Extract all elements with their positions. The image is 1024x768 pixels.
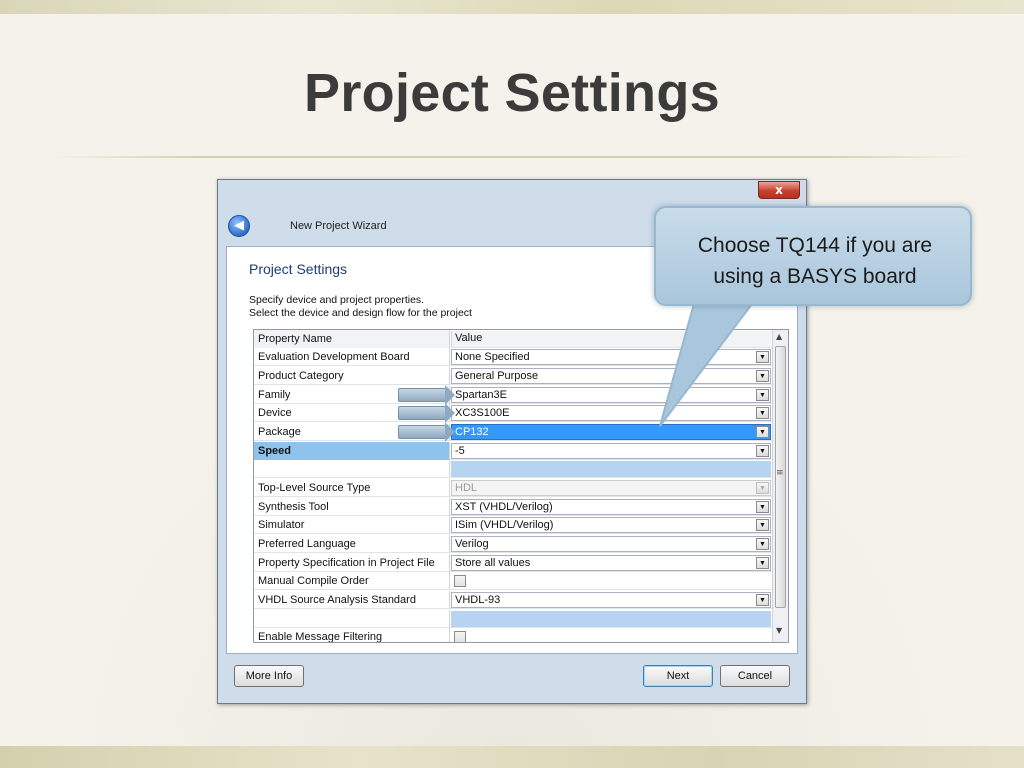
property-name bbox=[254, 610, 450, 628]
property-specification-select[interactable]: Store all values ▼ bbox=[451, 555, 771, 571]
table-row: Enable Message Filtering bbox=[254, 628, 772, 642]
select-value: XC3S100E bbox=[455, 407, 510, 419]
table-row: Top-Level Source Type HDL ▼ bbox=[254, 479, 772, 497]
select-value: CP132 bbox=[455, 426, 489, 438]
callout-line-2: using a BASYS board bbox=[713, 265, 917, 288]
select-value: ISim (VHDL/Verilog) bbox=[455, 519, 554, 531]
description-line-1: Specify device and project properties. bbox=[249, 294, 425, 306]
select-value: -5 bbox=[455, 445, 465, 457]
cancel-button[interactable]: Cancel bbox=[720, 665, 790, 687]
property-name: Speed bbox=[254, 442, 450, 460]
vhdl-standard-select[interactable]: VHDL-93 ▼ bbox=[451, 592, 771, 608]
table-row: Simulator ISim (VHDL/Verilog) ▼ bbox=[254, 516, 772, 534]
select-value: General Purpose bbox=[455, 370, 539, 382]
next-button[interactable]: Next bbox=[643, 665, 713, 687]
title-divider bbox=[52, 156, 974, 158]
package-pointer-arrow-icon bbox=[398, 422, 455, 442]
manual-compile-order-cell bbox=[451, 573, 771, 589]
property-name: Property Specification in Project File bbox=[254, 554, 450, 572]
back-arrow-icon[interactable]: ◀ bbox=[228, 215, 250, 237]
dropdown-arrow-icon[interactable]: ▼ bbox=[756, 538, 769, 550]
scroll-up-icon[interactable]: ▲ bbox=[776, 332, 782, 341]
synthesis-tool-select[interactable]: XST (VHDL/Verilog) ▼ bbox=[451, 499, 771, 515]
callout-line-1: Choose TQ144 if you are bbox=[697, 234, 933, 257]
table-row: Property Specification in Project File S… bbox=[254, 554, 772, 572]
table-row: Synthesis Tool XST (VHDL/Verilog) ▼ bbox=[254, 498, 772, 516]
table-row: Preferred Language Verilog ▼ bbox=[254, 535, 772, 553]
select-value: HDL bbox=[455, 482, 478, 494]
select-value: Verilog bbox=[455, 538, 489, 550]
select-value: XST (VHDL/Verilog) bbox=[455, 501, 553, 513]
preferred-language-select[interactable]: Verilog ▼ bbox=[451, 536, 771, 552]
speed-select[interactable]: -5 ▼ bbox=[451, 443, 771, 459]
property-name: Enable Message Filtering bbox=[254, 628, 450, 642]
property-name: Product Category bbox=[254, 367, 450, 385]
callout-bubble: Choose TQ144 if you are using a BASYS bo… bbox=[654, 206, 972, 306]
scrollbar-grip-icon: ≡ bbox=[776, 468, 784, 478]
column-header-property-name: Property Name bbox=[254, 330, 450, 348]
window-close-button[interactable]: x bbox=[758, 181, 800, 199]
dropdown-arrow-icon[interactable]: ▼ bbox=[756, 594, 769, 606]
table-row: Manual Compile Order bbox=[254, 572, 772, 590]
enable-message-filtering-checkbox[interactable] bbox=[454, 631, 466, 642]
device-pointer-arrow-icon bbox=[398, 403, 455, 423]
top-level-source-type-select: HDL ▼ bbox=[451, 480, 771, 496]
callout-text: Choose TQ144 if you are using a BASYS bo… bbox=[656, 230, 974, 292]
simulator-select[interactable]: ISim (VHDL/Verilog) ▼ bbox=[451, 517, 771, 533]
select-value: None Specified bbox=[455, 351, 530, 363]
property-name: VHDL Source Analysis Standard bbox=[254, 591, 450, 609]
property-name: Synthesis Tool bbox=[254, 498, 450, 516]
separator-cell bbox=[451, 611, 771, 627]
table-row: VHDL Source Analysis Standard VHDL-93 ▼ bbox=[254, 591, 772, 609]
dropdown-arrow-icon[interactable]: ▼ bbox=[756, 501, 769, 513]
separator-cell bbox=[451, 461, 771, 477]
manual-compile-order-checkbox[interactable] bbox=[454, 575, 466, 587]
dropdown-arrow-icon: ▼ bbox=[756, 482, 769, 494]
table-row-separator bbox=[254, 610, 772, 628]
bottom-decorative-band bbox=[0, 746, 1024, 768]
property-name: Simulator bbox=[254, 516, 450, 534]
description-line-2: Select the device and design flow for th… bbox=[249, 307, 472, 319]
select-value: VHDL-93 bbox=[455, 594, 501, 606]
dropdown-arrow-icon[interactable]: ▼ bbox=[756, 557, 769, 569]
dropdown-arrow-icon[interactable]: ▼ bbox=[756, 445, 769, 457]
property-name: Preferred Language bbox=[254, 535, 450, 553]
select-value: Store all values bbox=[455, 557, 531, 569]
top-decorative-band bbox=[0, 0, 1024, 14]
property-name: Top-Level Source Type bbox=[254, 479, 450, 497]
callout-pointer bbox=[659, 299, 758, 427]
table-row: Speed -5 ▼ bbox=[254, 442, 772, 460]
enable-message-filtering-cell bbox=[451, 629, 771, 642]
scroll-down-icon[interactable]: ▼ bbox=[776, 626, 782, 635]
property-name bbox=[254, 460, 450, 478]
select-value: Spartan3E bbox=[455, 389, 507, 401]
more-info-button[interactable]: More Info bbox=[234, 665, 304, 687]
table-row-separator bbox=[254, 460, 772, 478]
family-pointer-arrow-icon bbox=[398, 385, 455, 405]
slide-title: Project Settings bbox=[304, 63, 720, 123]
page-heading: Project Settings bbox=[249, 261, 348, 277]
window-title: New Project Wizard bbox=[290, 220, 387, 232]
property-name: Evaluation Development Board bbox=[254, 348, 450, 366]
property-name: Manual Compile Order bbox=[254, 572, 450, 590]
dropdown-arrow-icon[interactable]: ▼ bbox=[756, 519, 769, 531]
